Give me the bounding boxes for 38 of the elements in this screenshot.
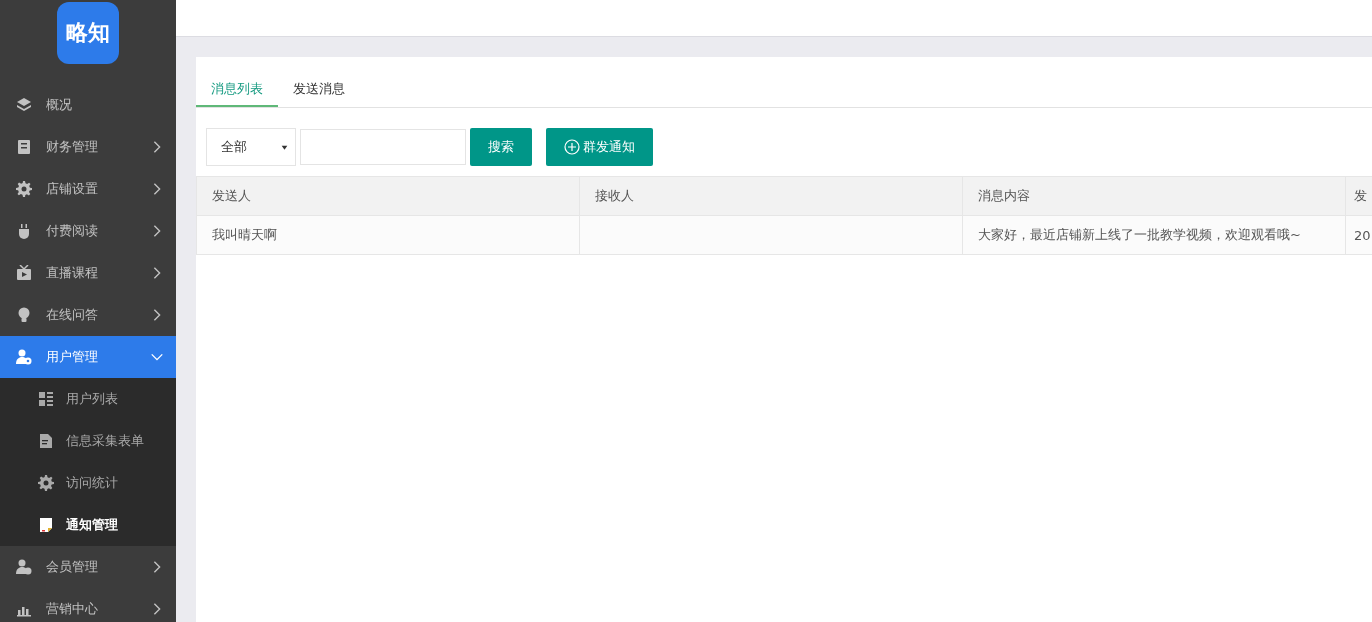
menu-item[interactable]: 在线问答 (0, 294, 176, 336)
tab[interactable]: 消息列表 (196, 73, 278, 107)
submenu-item[interactable]: 通知管理 (0, 504, 176, 546)
column-header: 消息内容 (962, 176, 1346, 216)
column-header: 发 (1345, 176, 1372, 216)
menu-item[interactable]: 直播课程 (0, 252, 176, 294)
search-button[interactable]: 搜索 (470, 128, 532, 166)
menu-item[interactable]: 付费阅读 (0, 210, 176, 252)
gear-icon (38, 475, 54, 491)
menu-item[interactable]: 用户管理 (0, 336, 176, 378)
submenu-item[interactable]: 用户列表 (0, 378, 176, 420)
bulb-icon (16, 307, 32, 323)
tab[interactable]: 发送消息 (278, 73, 360, 107)
broadcast-button[interactable]: 群发通知 (546, 128, 653, 166)
table-cell: 大家好，最近店铺新上线了一批教学视频，欢迎观看哦~ (962, 215, 1346, 255)
menu-item[interactable]: 店铺设置 (0, 168, 176, 210)
user-badge-icon (16, 559, 32, 575)
layers-icon (16, 97, 32, 113)
table-cell: 我叫晴天啊 (196, 215, 580, 255)
menu-item[interactable]: 会员管理 (0, 546, 176, 588)
note-icon (38, 517, 54, 533)
submenu-item[interactable]: 访问统计 (0, 462, 176, 504)
menu-item[interactable]: 营销中心 (0, 588, 176, 622)
document-edit-icon (38, 433, 54, 449)
logo-text: 略知 (66, 19, 110, 47)
ledger-icon (16, 139, 32, 155)
plus-circle-icon (564, 139, 580, 155)
filter-dropdown[interactable]: 全部 (206, 128, 296, 166)
menu-item[interactable]: 概况 (0, 84, 176, 126)
list-icon (38, 391, 54, 407)
tv-icon (16, 265, 32, 281)
user-gear-icon (16, 349, 32, 365)
gear-icon (16, 181, 32, 197)
menu-item[interactable]: 财务管理 (0, 126, 176, 168)
column-header: 发送人 (196, 176, 580, 216)
submenu-item[interactable]: 信息采集表单 (0, 420, 176, 462)
search-field[interactable] (300, 129, 466, 165)
column-header: 接收人 (579, 176, 963, 216)
